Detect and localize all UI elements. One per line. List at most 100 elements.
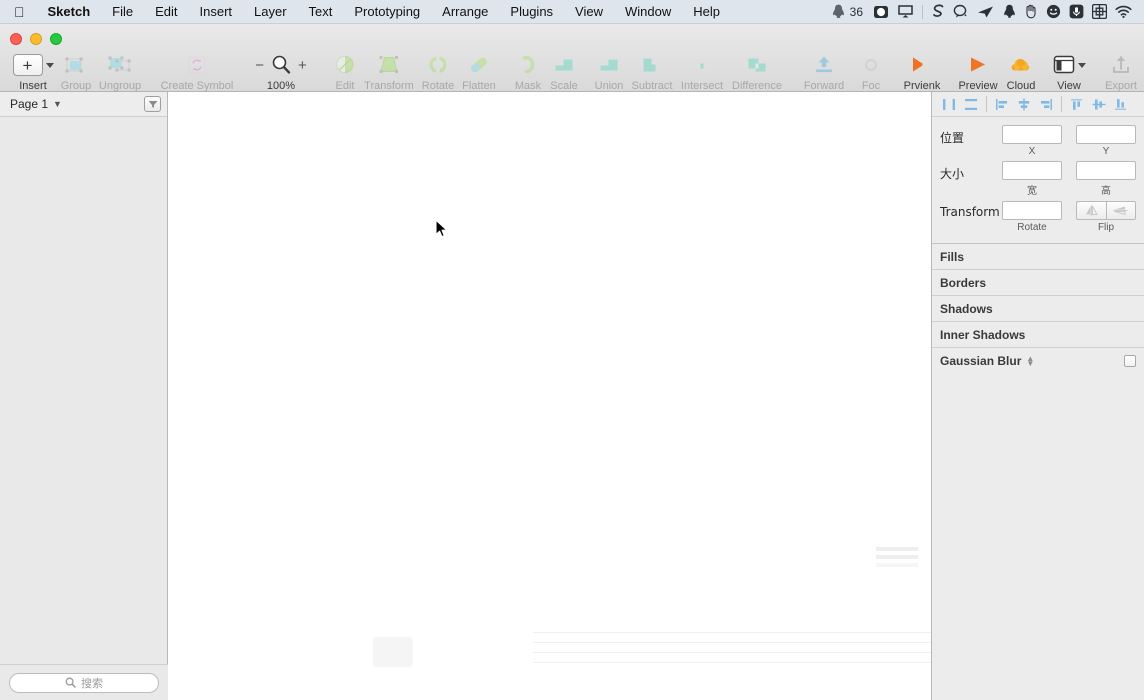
flip-horizontal-icon[interactable]: [1076, 201, 1106, 220]
symbol-refresh-icon: [184, 52, 210, 78]
menu-item-insert[interactable]: Insert: [189, 0, 244, 24]
toolbar-label-subtract: Subtract: [631, 80, 673, 92]
tray-divider: [922, 4, 923, 19]
section-label-gaussian-blur: Gaussian Blur: [940, 353, 1022, 368]
section-shadows[interactable]: Shadows: [932, 295, 1144, 321]
toolbar-zoom-control[interactable]: − + 100%: [252, 52, 310, 92]
export-upload-icon: [1109, 52, 1133, 78]
transform-row: Transform Rotate Flip: [940, 201, 1136, 233]
toolbar-button-ungroup[interactable]: Ungroup: [91, 52, 149, 92]
toolbar-button-view[interactable]: View: [1040, 52, 1098, 92]
union-icon: [596, 52, 622, 78]
rotate-field-group: Rotate: [1002, 201, 1062, 233]
sogou-s-icon[interactable]: [927, 0, 949, 24]
toolbar-button-focus[interactable]: Foc: [848, 52, 894, 92]
distribute-vertical-icon[interactable]: [960, 94, 982, 114]
app-toolbar: + Insert Group Ungroup Create Symbol − +…: [0, 24, 1144, 92]
menu-item-text[interactable]: Text: [298, 0, 344, 24]
toolbar-button-preview-link[interactable]: Prvienk: [893, 52, 951, 92]
x-field-group: X: [1002, 125, 1062, 157]
menu-item-window[interactable]: Window: [614, 0, 682, 24]
toolbar-button-create-symbol[interactable]: Create Symbol: [154, 52, 240, 92]
blur-type-stepper-icon[interactable]: ▲ ▼: [1026, 354, 1034, 367]
chinese-input-icon[interactable]: [1088, 0, 1111, 24]
qq-unread-count: 36: [849, 4, 863, 19]
screenshot-icon[interactable]: [869, 0, 893, 24]
page-selector-row[interactable]: Page 1 ▼: [0, 92, 167, 117]
toolbar-label-transform: Transform: [364, 80, 414, 92]
minimize-button[interactable]: [30, 33, 42, 45]
align-center-vertical-icon[interactable]: [1088, 94, 1110, 114]
toolbar-button-difference[interactable]: Difference: [728, 52, 786, 92]
telegram-send-icon[interactable]: [973, 0, 998, 24]
align-top-icon[interactable]: [1066, 94, 1088, 114]
toolbar-label-group: Group: [60, 80, 92, 92]
x-input[interactable]: [1002, 125, 1062, 144]
layer-list[interactable]: [0, 117, 167, 662]
section-label-fills: Fills: [940, 249, 965, 264]
toolbar-button-export[interactable]: Export: [1092, 52, 1144, 92]
flatten-icon: [466, 52, 492, 78]
speech-bubble-icon[interactable]: [949, 0, 973, 24]
chevron-down-icon[interactable]: ▼: [53, 99, 62, 109]
scale-icon: [551, 52, 577, 78]
align-left-icon[interactable]: [991, 94, 1013, 114]
menu-item-view[interactable]: View: [564, 0, 614, 24]
gaussian-blur-checkbox[interactable]: [1124, 354, 1136, 367]
menu-item-layer[interactable]: Layer: [243, 0, 298, 24]
apple-logo-icon[interactable]: : [0, 0, 37, 24]
y-field-group: Y: [1076, 125, 1136, 157]
menu-item-prototyping[interactable]: Prototyping: [343, 0, 431, 24]
search-input[interactable]: 搜索: [9, 672, 159, 693]
inspector-panel: 位置 X Y 大小 宽 高 Transform Rotate Flip Fill…: [931, 92, 1144, 700]
hand-icon[interactable]: [1020, 0, 1042, 24]
toolbar-label-forward: Forward: [803, 80, 845, 92]
toolbar-button-intersect[interactable]: Intersect: [673, 52, 731, 92]
section-borders[interactable]: Borders: [932, 269, 1144, 295]
toolbar-label-scale: Scale: [550, 80, 578, 92]
section-label-shadows: Shadows: [940, 301, 993, 316]
search-placeholder: 搜索: [81, 677, 103, 690]
height-input[interactable]: [1076, 161, 1136, 180]
menu-item-plugins[interactable]: Plugins: [499, 0, 564, 24]
zoom-out-button[interactable]: −: [255, 58, 264, 73]
airplay-display-icon[interactable]: [893, 0, 918, 24]
menu-item-arrange[interactable]: Arrange: [431, 0, 499, 24]
size-label: 大小: [940, 167, 965, 181]
rotate-input[interactable]: [1002, 201, 1062, 220]
qq-penguin-icon[interactable]: [828, 0, 850, 24]
layer-search-container: 搜索: [0, 664, 168, 700]
qq-penguin-solid-icon[interactable]: [998, 0, 1020, 24]
preview-link-icon: [907, 52, 937, 78]
section-fills[interactable]: Fills: [932, 243, 1144, 269]
menu-item-file[interactable]: File: [101, 0, 144, 24]
difference-icon: [744, 52, 770, 78]
close-button[interactable]: [10, 33, 22, 45]
y-sublabel: Y: [1102, 146, 1110, 157]
filter-funnel-icon[interactable]: [144, 96, 161, 112]
toolbar-label-cloud: Cloud: [1006, 80, 1036, 92]
search-icon: [65, 677, 76, 688]
align-right-icon[interactable]: [1035, 94, 1057, 114]
width-field-group: 宽: [1002, 161, 1062, 197]
design-canvas[interactable]: [168, 92, 931, 700]
width-input[interactable]: [1002, 161, 1062, 180]
zoom-in-button[interactable]: +: [298, 58, 307, 73]
menu-item-edit[interactable]: Edit: [144, 0, 188, 24]
menu-item-sketch[interactable]: Sketch: [37, 0, 102, 24]
smiley-face-icon[interactable]: [1042, 0, 1065, 24]
size-row: 大小 宽 高: [940, 161, 1136, 197]
toolbar-label-union: Union: [594, 80, 624, 92]
y-input[interactable]: [1076, 125, 1136, 144]
section-inner-shadows[interactable]: Inner Shadows: [932, 321, 1144, 347]
wifi-icon[interactable]: [1111, 0, 1136, 24]
flip-vertical-icon[interactable]: [1105, 201, 1136, 220]
align-center-horizontal-icon[interactable]: [1013, 94, 1035, 114]
distribute-horizontal-icon[interactable]: [938, 94, 960, 114]
toolbar-button-forward[interactable]: Forward: [795, 52, 853, 92]
align-bottom-icon[interactable]: [1110, 94, 1132, 114]
zoom-button[interactable]: [50, 33, 62, 45]
microphone-icon[interactable]: [1065, 0, 1088, 24]
menu-item-help[interactable]: Help: [682, 0, 731, 24]
section-gaussian-blur[interactable]: Gaussian Blur ▲ ▼: [932, 347, 1144, 373]
